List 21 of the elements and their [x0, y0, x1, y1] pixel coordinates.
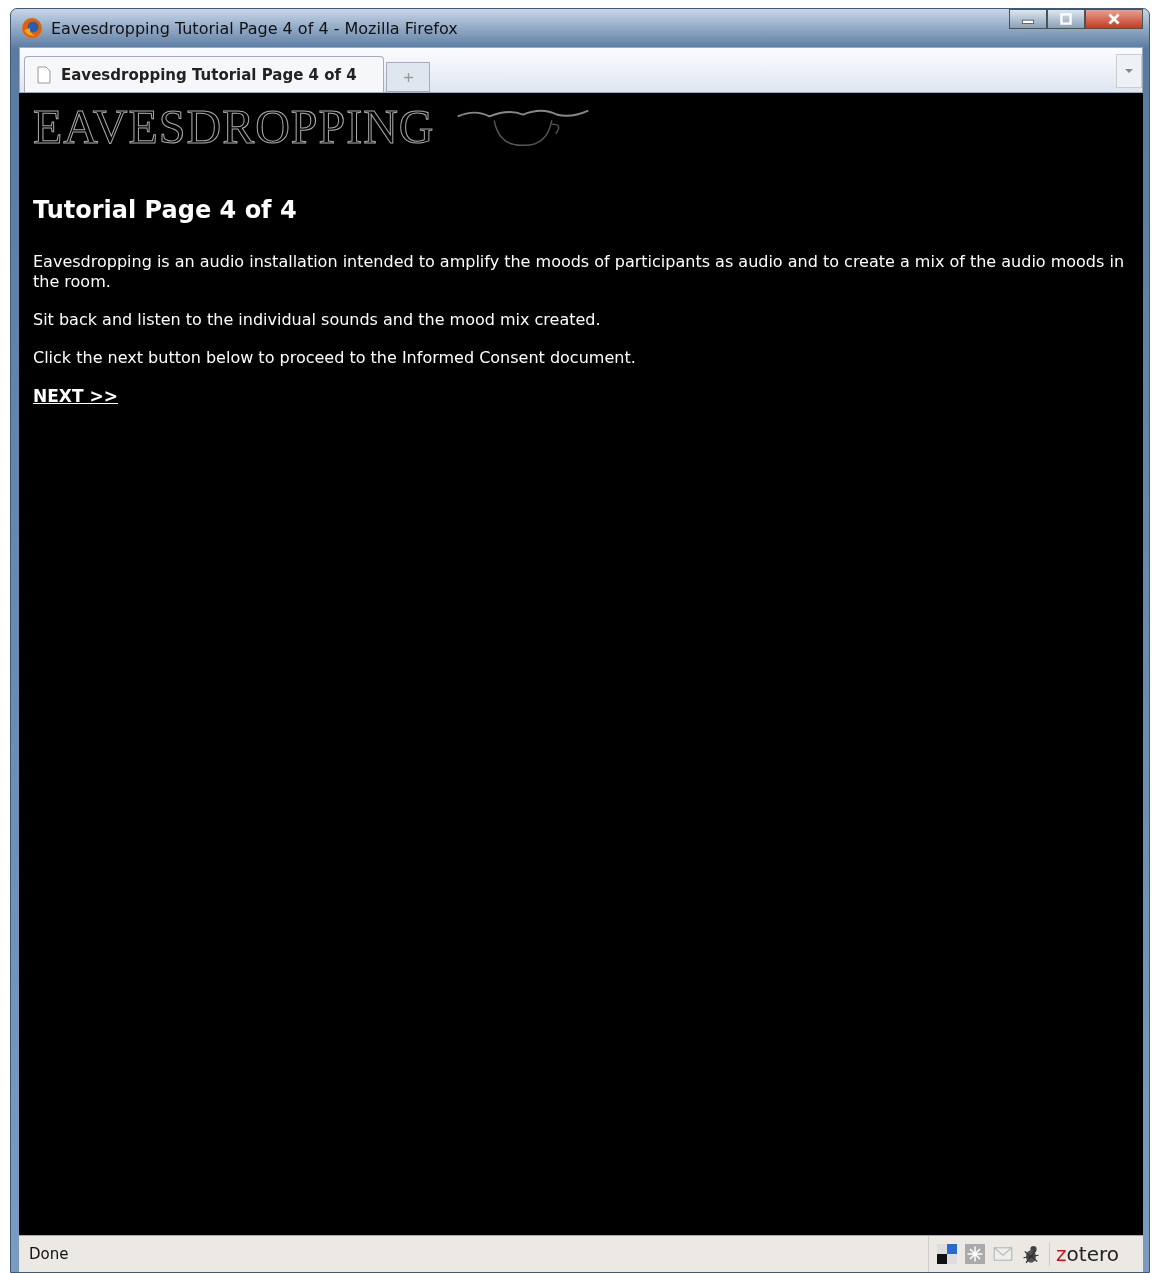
- maximize-button[interactable]: [1047, 9, 1085, 29]
- grid-icon[interactable]: [937, 1244, 958, 1264]
- page-icon: [37, 65, 51, 84]
- next-link[interactable]: NEXT >>: [33, 386, 118, 406]
- window-title: Eavesdropping Tutorial Page 4 of 4 - Mozilla Firefox: [51, 18, 458, 38]
- paragraph: Eavesdropping is an audio installation intended to amplify the moods of participants as audio and to create a mix of the audio moods in the room.: [33, 252, 1126, 292]
- close-button[interactable]: [1085, 9, 1143, 29]
- minimize-button[interactable]: [1009, 9, 1047, 29]
- maximize-icon: [1058, 13, 1074, 25]
- firefox-logo-icon: [21, 17, 43, 39]
- status-text: Done: [28, 1245, 69, 1263]
- plus-icon: [402, 71, 414, 83]
- page-heading: Tutorial Page 4 of 4: [33, 196, 298, 224]
- paragraph: Sit back and listen to the individual sounds and the mood mix created.: [33, 310, 602, 330]
- paragraph: Click the next button below to proceed to the Informed Consent document.: [33, 348, 637, 368]
- caret-icon: [1125, 68, 1133, 74]
- browser-tab[interactable]: Eavesdropping Tutorial Page 4 of 4: [24, 56, 384, 92]
- zotero-logo[interactable]: zotero: [1049, 1242, 1119, 1266]
- site-logo: EAVESDROPPING: [33, 99, 435, 154]
- bug-icon[interactable]: [1021, 1244, 1042, 1264]
- close-icon: [1106, 13, 1122, 25]
